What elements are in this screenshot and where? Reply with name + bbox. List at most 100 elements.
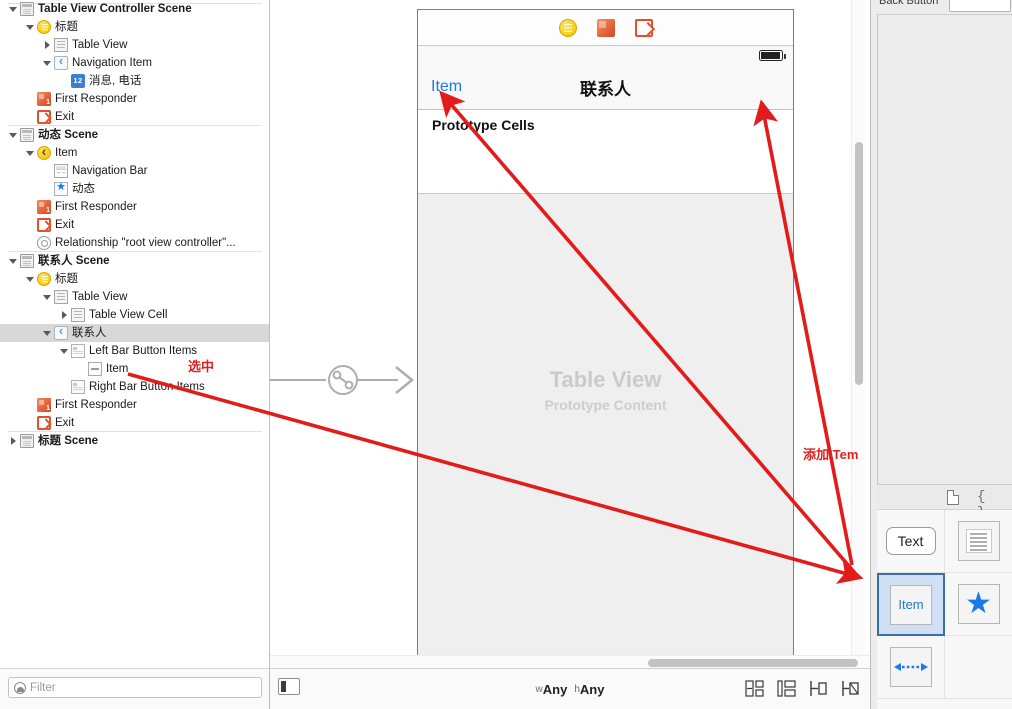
- table-view-icon: [54, 290, 68, 304]
- view-controller-yellow-icon: [37, 20, 51, 34]
- outline-row[interactable]: Table View Controller Scene: [0, 0, 269, 18]
- add-new-constraints-button[interactable]: [809, 680, 828, 697]
- library-item-bar-button-item[interactable]: Item: [877, 573, 945, 636]
- outline-row[interactable]: First Responder: [0, 198, 269, 216]
- library-item-text-field[interactable]: Text: [877, 510, 945, 573]
- disclosure-triangle-icon[interactable]: [59, 310, 70, 321]
- resolve-auto-layout-issues-button[interactable]: [841, 680, 860, 697]
- disclosure-triangle-icon[interactable]: [42, 328, 53, 339]
- show-segue-connector[interactable]: [270, 362, 418, 398]
- outline-row[interactable]: 标题: [0, 270, 269, 288]
- utilities-panel: Back Button { } Text Item: [870, 0, 1012, 709]
- embed-in-button[interactable]: [777, 680, 796, 697]
- outline-row[interactable]: Table View: [0, 288, 269, 306]
- outline-row[interactable]: 联系人: [0, 323, 269, 342]
- outline-row[interactable]: Left Bar Button Items: [0, 342, 269, 360]
- outline-row[interactable]: 动态: [0, 180, 269, 198]
- outline-row[interactable]: Navigation Bar: [0, 162, 269, 180]
- outline-row-label: Exit: [55, 219, 75, 231]
- outline-row[interactable]: Exit: [0, 414, 269, 432]
- prototype-cells-header: Prototype Cells: [418, 110, 793, 140]
- first-responder-dock-icon[interactable]: [596, 18, 615, 37]
- outline-row-label: Navigation Bar: [72, 165, 148, 177]
- library-item-empty[interactable]: [945, 636, 1012, 699]
- canvas-vertical-scroll-thumb[interactable]: [855, 142, 863, 385]
- disclosure-triangle-icon[interactable]: [8, 130, 19, 141]
- prototype-table-view-cell[interactable]: [418, 140, 793, 194]
- library-item-flexible-space[interactable]: [877, 636, 945, 699]
- canvas-vertical-scrollbar[interactable]: [851, 0, 865, 668]
- outline-row[interactable]: Item: [0, 143, 269, 162]
- size-class-height-value: Any: [579, 682, 605, 697]
- canvas-surface[interactable]: Item 联系人 Prototype Cells Table View Prot…: [270, 0, 870, 668]
- view-controller-back-icon: [37, 143, 51, 160]
- outline-row-label: First Responder: [55, 93, 137, 105]
- outline-row-label: 联系人: [72, 327, 107, 339]
- document-outline-list[interactable]: Table View Controller Scene 标题 Table View N…: [0, 0, 269, 668]
- scene-icon: [20, 254, 34, 268]
- disclosure-triangle-icon[interactable]: [25, 148, 36, 159]
- outline-row-label: Item: [55, 147, 78, 159]
- outline-row-label: Exit: [55, 111, 75, 123]
- update-frames-button[interactable]: [745, 680, 764, 697]
- outline-row[interactable]: Relationship "root view controller"...: [0, 234, 269, 252]
- outline-row[interactable]: Table View Cell: [0, 306, 269, 324]
- navigation-bar[interactable]: Item 联系人: [418, 66, 793, 110]
- canvas-horizontal-scrollbar[interactable]: [270, 655, 870, 668]
- outline-row[interactable]: Exit: [0, 216, 269, 234]
- tab-bar-item-icon: 12: [71, 74, 85, 88]
- disclosure-triangle-icon[interactable]: [8, 4, 19, 15]
- outline-row[interactable]: Exit: [0, 108, 269, 126]
- disclosure-triangle-icon[interactable]: [25, 22, 36, 33]
- exit-icon: [37, 416, 51, 430]
- no-twisty: [25, 400, 36, 411]
- exit-dock-icon[interactable]: [634, 18, 653, 37]
- outline-filter-bar: Filter: [0, 668, 269, 709]
- file-template-library-icon[interactable]: [947, 489, 959, 505]
- exit-icon: [37, 110, 51, 124]
- scene-dock: [418, 10, 793, 46]
- exit-icon: [37, 218, 51, 232]
- outline-row-label: 动态: [72, 183, 95, 195]
- outline-row[interactable]: Right Bar Button Items: [0, 378, 269, 396]
- outline-row[interactable]: 标题: [0, 18, 269, 36]
- outline-row[interactable]: 动态 Scene: [0, 125, 269, 144]
- outline-filter-placeholder: Filter: [30, 681, 56, 694]
- outline-row[interactable]: First Responder: [0, 396, 269, 414]
- outline-row[interactable]: 12 消息, 电话: [0, 72, 269, 90]
- disclosure-triangle-icon[interactable]: [59, 346, 70, 357]
- canvas-horizontal-scroll-thumb[interactable]: [648, 659, 858, 667]
- library-item-text-view[interactable]: [945, 510, 1012, 573]
- outline-filter-input[interactable]: Filter: [8, 677, 262, 698]
- view-controller-dock-icon[interactable]: [558, 18, 577, 37]
- add-item-annotation: 添加ITem: [803, 447, 859, 462]
- outline-row[interactable]: First Responder: [0, 90, 269, 108]
- outline-row[interactable]: Item: [0, 360, 269, 378]
- bar-button-item-thumb: Item: [890, 584, 932, 625]
- outline-row[interactable]: 标题 Scene: [0, 431, 269, 450]
- disclosure-triangle-icon[interactable]: [42, 58, 53, 69]
- text-field-thumb: Text: [885, 527, 936, 555]
- outline-row-label: Navigation Item: [72, 57, 152, 69]
- storyboard-canvas[interactable]: Item 联系人 Prototype Cells Table View Prot…: [270, 0, 870, 709]
- disclosure-triangle-icon[interactable]: [42, 40, 53, 51]
- relationship-icon: [37, 236, 51, 250]
- disclosure-triangle-icon[interactable]: [8, 436, 19, 447]
- outline-row-label: Table View: [72, 39, 128, 51]
- disclosure-triangle-icon[interactable]: [42, 292, 53, 303]
- outline-row[interactable]: Table View: [0, 36, 269, 54]
- disclosure-triangle-icon[interactable]: [8, 256, 19, 267]
- view-controller-device-frame[interactable]: Item 联系人 Prototype Cells Table View Prot…: [417, 9, 794, 660]
- no-twisty: [42, 184, 53, 195]
- outline-row[interactable]: 联系人 Scene: [0, 251, 269, 270]
- outline-row-label: Relationship "root view controller"...: [55, 237, 236, 249]
- code-snippet-library-icon[interactable]: { }: [977, 489, 991, 521]
- back-button-input[interactable]: [949, 0, 1011, 12]
- scene-icon: [20, 128, 34, 142]
- table-view-body[interactable]: Table View Prototype Content: [418, 194, 793, 659]
- outline-row-label: Table View Cell: [89, 309, 168, 321]
- outline-row[interactable]: Navigation Item: [0, 53, 269, 72]
- disclosure-triangle-icon[interactable]: [25, 274, 36, 285]
- library-item-fixed-space[interactable]: ★: [945, 573, 1012, 636]
- object-library-grid[interactable]: Text Item ★: [877, 510, 1012, 709]
